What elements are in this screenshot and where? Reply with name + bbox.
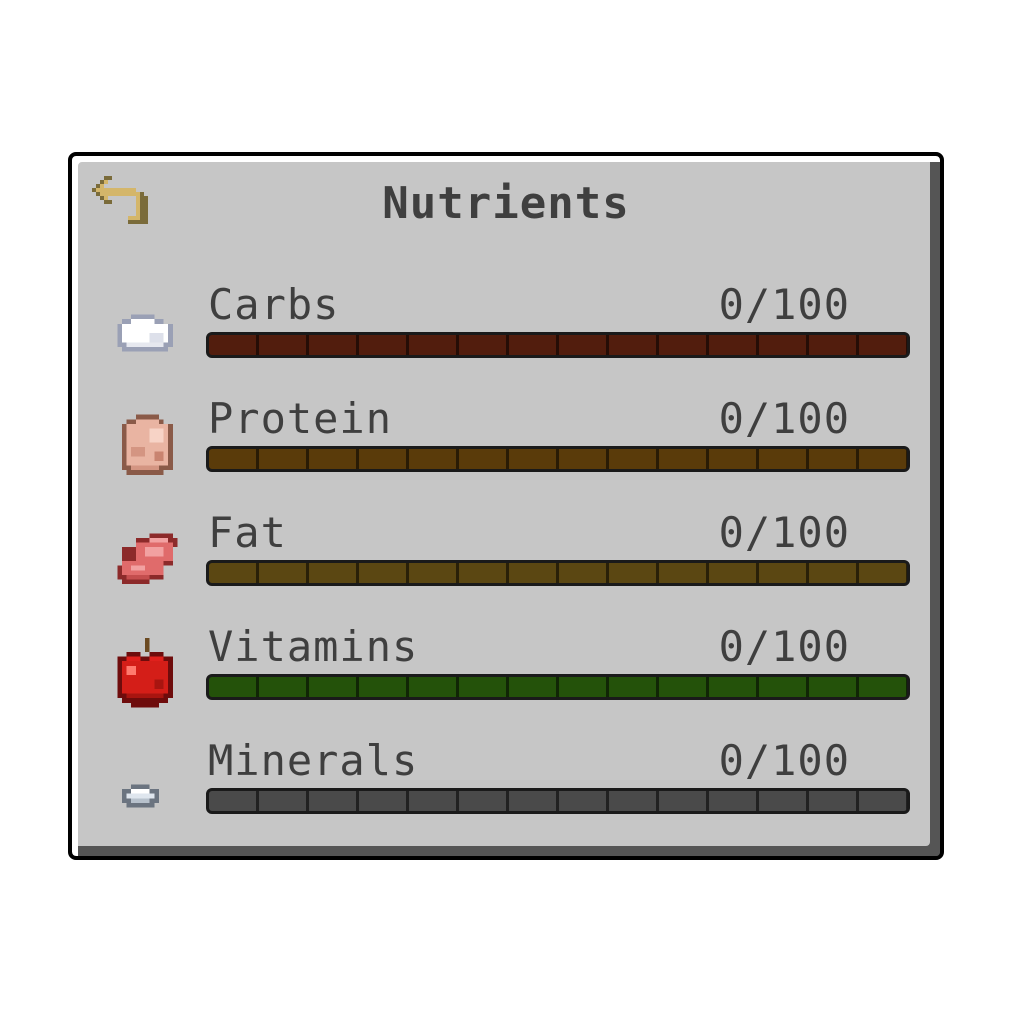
nutrients-panel: Nutrients Carbs 0/100 Protein 0/100 Fat … bbox=[68, 152, 944, 860]
nutrient-label: Minerals bbox=[208, 736, 419, 785]
nutrient-value: 0/100 bbox=[718, 736, 850, 785]
panel-title: Nutrients bbox=[382, 178, 630, 229]
nutrient-row-vitamins: Vitamins 0/100 bbox=[108, 622, 910, 722]
raw-chicken-icon bbox=[108, 410, 182, 484]
nutrient-progress-bar bbox=[206, 674, 910, 700]
nutrient-progress-bar bbox=[206, 446, 910, 472]
nutrient-value: 0/100 bbox=[718, 394, 850, 443]
nutrient-label: Vitamins bbox=[208, 622, 419, 671]
raw-beef-icon bbox=[108, 524, 182, 598]
nutrient-progress-bar bbox=[206, 788, 910, 814]
nutrient-value: 0/100 bbox=[718, 280, 850, 329]
nutrient-row-protein: Protein 0/100 bbox=[108, 394, 910, 494]
nutrient-progress-bar bbox=[206, 560, 910, 586]
nutrient-label: Protein bbox=[208, 394, 393, 443]
nutrient-label: Carbs bbox=[208, 280, 340, 329]
sugar-icon bbox=[108, 296, 182, 370]
nutrient-progress-bar bbox=[206, 332, 910, 358]
nutrient-value: 0/100 bbox=[718, 508, 850, 557]
iron-nugget-icon bbox=[108, 752, 182, 826]
nutrient-label: Fat bbox=[208, 508, 287, 557]
nutrient-row-fat: Fat 0/100 bbox=[108, 508, 910, 608]
apple-icon bbox=[108, 638, 182, 712]
nutrient-row-minerals: Minerals 0/100 bbox=[108, 736, 910, 836]
nutrient-row-carbs: Carbs 0/100 bbox=[108, 280, 910, 380]
nutrient-value: 0/100 bbox=[718, 622, 850, 671]
